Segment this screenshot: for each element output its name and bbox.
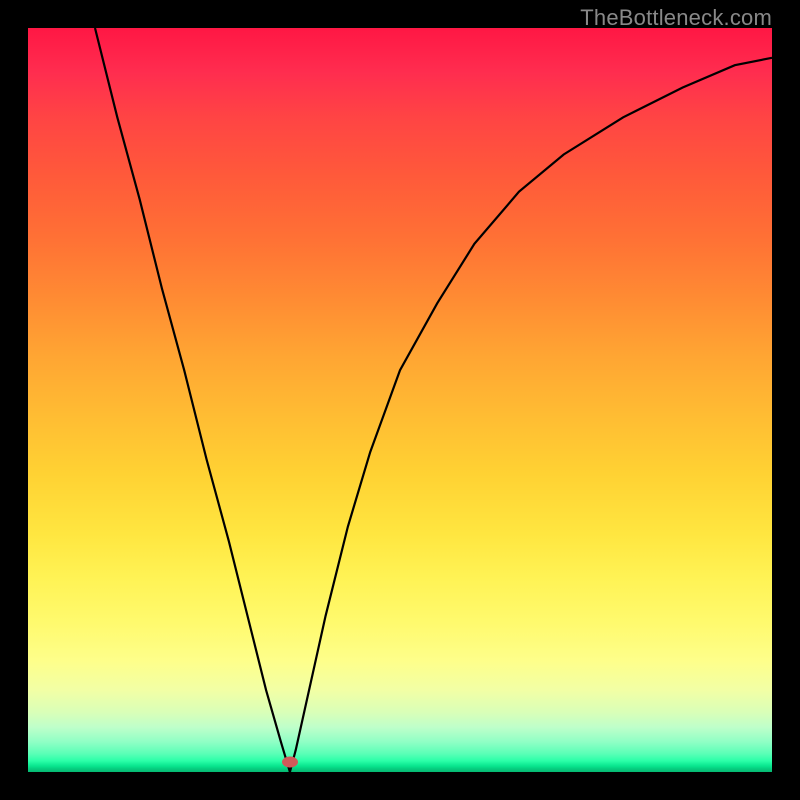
chart-plot-area xyxy=(28,28,772,772)
watermark-text: TheBottleneck.com xyxy=(580,5,772,31)
optimal-point-marker xyxy=(282,757,298,768)
gradient-background xyxy=(28,28,772,772)
